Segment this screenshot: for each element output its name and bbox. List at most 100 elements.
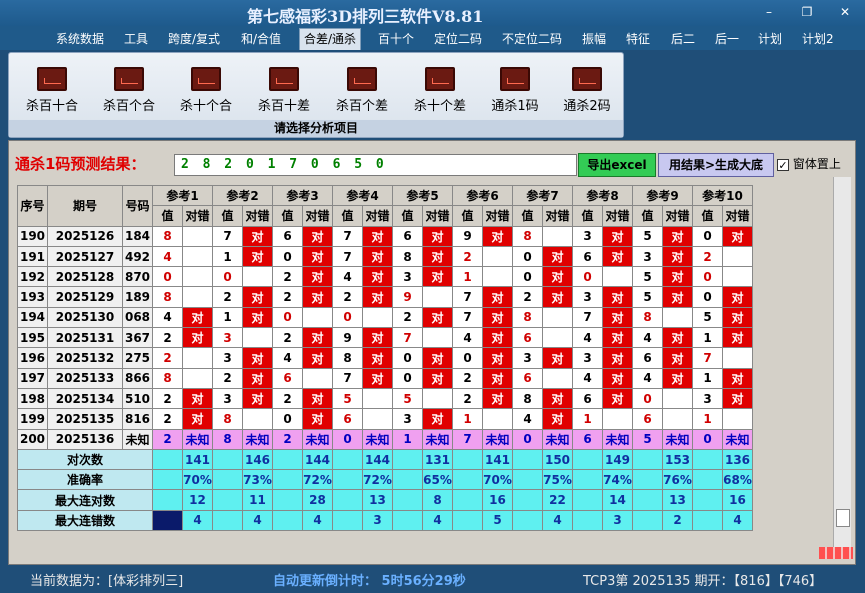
col-header-value: 值	[452, 205, 483, 227]
hit-cell: 对	[542, 266, 573, 288]
scrollbar-thumb[interactable]	[836, 509, 850, 527]
hit-cell: 对	[542, 245, 573, 268]
table-row[interactable]: 196 2025132 275 2 3 对 4 对 8 对 0 对 0 对 3 对 3 对 6 对 7	[17, 347, 753, 369]
ref-value: 1	[452, 408, 483, 430]
topmost-checkbox[interactable]: ✓ 窗体置上	[777, 155, 841, 172]
prediction-result-field[interactable]: 2 8 2 0 1 7 0 6 5 0	[174, 154, 577, 176]
miss-cell	[722, 266, 753, 288]
ref-value: 3	[212, 387, 243, 410]
app-title: 第七感福彩3D排列三软件V8.81	[247, 7, 484, 26]
stats-value: 4	[422, 509, 453, 532]
menu-pos-two[interactable]: 定位二码	[430, 29, 486, 49]
table-row[interactable]: 190 2025126 184 8 7 对 6 对 7 对 6 对 9 对 8 3 对 5 对 0 对	[17, 225, 753, 247]
hit-cell: 对	[242, 225, 273, 247]
ref-value: 1	[572, 408, 603, 430]
miss-cell	[182, 286, 213, 308]
export-excel-button[interactable]: 导出excel	[578, 153, 656, 177]
generate-base-button[interactable]: 用结果>生成大底	[658, 153, 774, 177]
ref-value: 2	[212, 367, 243, 389]
restore-icon[interactable]: ❐	[800, 6, 814, 18]
ribbon-item-kill-1[interactable]: 通杀1码	[476, 67, 554, 114]
miss-cell	[482, 408, 513, 430]
menu-digits[interactable]: 百十个	[374, 29, 418, 49]
ribbon-item-kill-sg-sum[interactable]: 杀十个合	[167, 67, 245, 114]
miss-cell	[542, 225, 573, 247]
ref-value: 6	[632, 408, 663, 430]
menu-span[interactable]: 跨度/复式	[164, 29, 224, 49]
table-row[interactable]: 198 2025134 510 2 对 3 对 2 对 5 5 2 对 8 对 6 对 0 3 对	[17, 387, 753, 410]
miss-cell	[182, 225, 213, 247]
ribbon-item-kill-sg-diff[interactable]: 杀十个差	[401, 67, 479, 114]
menu-amplitude[interactable]: 振幅	[578, 29, 610, 49]
table-row[interactable]: 197 2025133 866 8 2 对 6 7 对 0 对 2 对 6 4 对 4 对 1 对	[17, 367, 753, 389]
vertical-scrollbar[interactable]	[833, 177, 851, 547]
miss-cell	[182, 245, 213, 268]
table-row[interactable]: 199 2025135 816 2 对 8 0 对 6 3 对 1 4 对 1 6 1	[17, 408, 753, 430]
stats-label: 准确率	[17, 469, 153, 491]
menu-last-one[interactable]: 后一	[711, 29, 743, 49]
col-header-value: 值	[512, 205, 543, 227]
close-icon[interactable]: ✕	[838, 6, 852, 18]
row-index: 192	[17, 266, 48, 288]
hit-cell: 对	[482, 286, 513, 308]
menu-sum[interactable]: 和/合值	[237, 29, 285, 49]
row-period: 2025127	[47, 245, 123, 268]
hit-cell: 对	[182, 327, 213, 349]
hit-cell: 对	[602, 245, 633, 268]
col-header-ref: 参考3	[272, 184, 333, 207]
ribbon-item-kill-bs-diff[interactable]: 杀百十差	[245, 67, 323, 114]
row-number: 866	[122, 367, 153, 389]
table-row[interactable]: 195 2025131 367 2 对 3 2 对 9 对 7 4 对 6 4 对 4 对 1 对	[17, 327, 753, 349]
miss-cell	[362, 387, 393, 410]
miss-cell	[602, 266, 633, 288]
chart-icon	[37, 67, 67, 91]
ribbon-item-kill-bg-diff[interactable]: 杀百个差	[323, 67, 401, 114]
ribbon-caption: 请选择分析项目	[9, 120, 623, 137]
row-period: 2025132	[47, 347, 123, 369]
col-header-value: 值	[332, 205, 363, 227]
ref-value: 6	[572, 387, 603, 410]
ref-value: 9	[332, 327, 363, 349]
table-row[interactable]: 192 2025128 870 0 0 2 对 4 对 3 对 1 0 对 0 5 对 0	[17, 266, 753, 288]
stats-spacer	[272, 469, 303, 491]
stats-spacer	[692, 469, 723, 491]
row-number: 492	[122, 245, 153, 268]
menu-tools[interactable]: 工具	[120, 29, 152, 49]
stats-spacer	[512, 448, 543, 471]
table-row[interactable]: 191 2025127 492 4 1 对 0 对 7 对 8 对 2 0 对 6 对 3 对 2	[17, 245, 753, 268]
hit-cell: 对	[722, 286, 753, 308]
menu-plan[interactable]: 计划	[754, 29, 786, 49]
menu-system-data[interactable]: 系统数据	[52, 29, 108, 49]
ribbon-item-kill-bs-sum[interactable]: 杀百十合	[13, 67, 91, 114]
table-row[interactable]: 193 2025129 189 8 2 对 2 对 2 对 9 7 对 2 对 3 对 5 对 0 对	[17, 286, 753, 308]
stats-value: 72%	[302, 469, 333, 491]
table-row-pending[interactable]: 200 2025136 未知 2 未知 8 未知 2 未知 0 未知 1 未知 7 未知 0 未知 6 未知 5 未知 0…	[17, 428, 753, 450]
ribbon-item-kill-bg-sum[interactable]: 杀百个合	[90, 67, 168, 114]
minimize-icon[interactable]: –	[762, 6, 776, 18]
miss-cell	[482, 245, 513, 268]
ribbon-item-kill-2[interactable]: 通杀2码	[548, 67, 626, 114]
stats-spacer	[572, 469, 603, 491]
ref-value: 2	[272, 327, 303, 349]
ref-value: 7	[692, 347, 723, 369]
menu-last-two[interactable]: 后二	[667, 29, 699, 49]
menu-plan2[interactable]: 计划2	[798, 29, 838, 49]
hit-cell: 对	[722, 367, 753, 389]
col-header-ref: 参考8	[572, 184, 633, 207]
menu-nonpos-two[interactable]: 不定位二码	[498, 29, 566, 49]
row-index: 199	[17, 408, 48, 430]
ref-value: 8	[632, 306, 663, 329]
ref-value: 0	[392, 367, 423, 389]
menu-feature[interactable]: 特征	[622, 29, 654, 49]
pending-value: 5	[632, 428, 663, 450]
hit-cell: 对	[722, 306, 753, 329]
col-header-check: 对错	[242, 205, 273, 227]
row-index: 197	[17, 367, 48, 389]
hit-cell: 对	[482, 306, 513, 329]
menu-sum-diff-kill[interactable]: 合差/通杀	[299, 28, 362, 50]
table-row[interactable]: 194 2025130 068 4 对 1 对 0 0 2 对 7 对 8 7 对 8 5 对	[17, 306, 753, 329]
ref-value: 0	[452, 347, 483, 369]
miss-cell	[302, 367, 333, 389]
ref-value: 8	[152, 367, 183, 389]
hit-cell: 对	[662, 286, 693, 308]
